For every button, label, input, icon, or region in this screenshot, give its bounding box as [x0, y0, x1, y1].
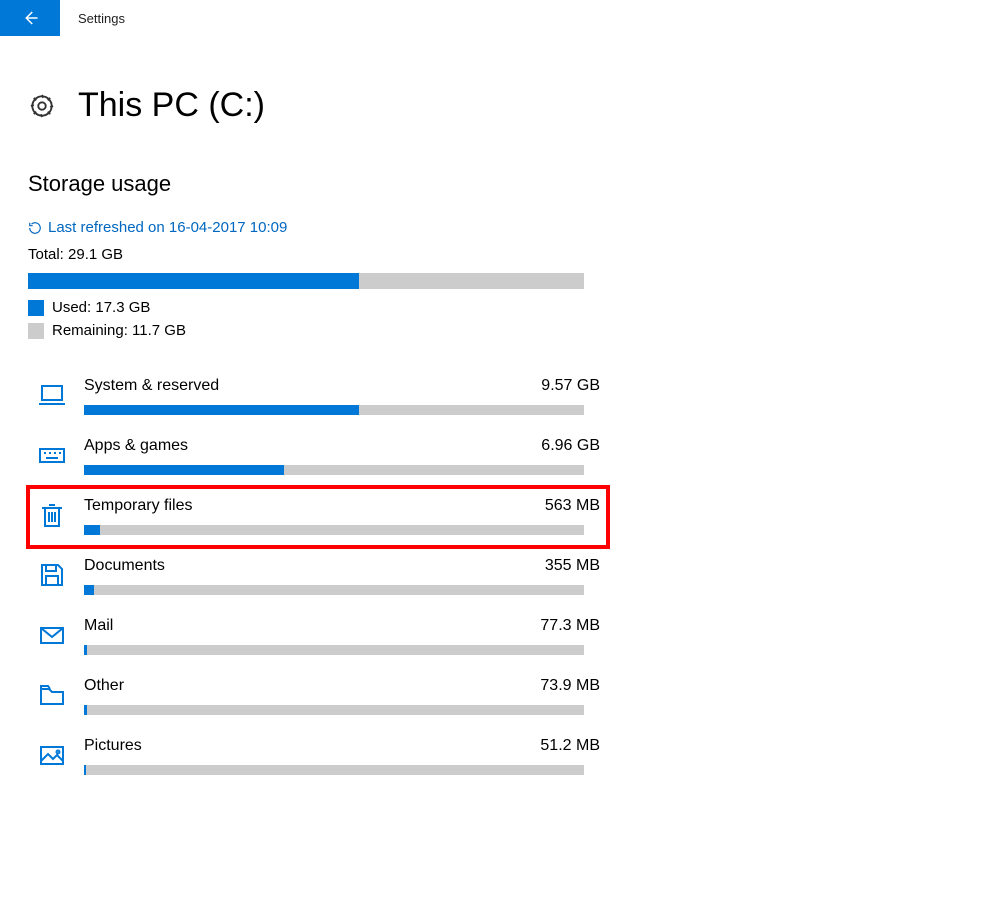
category-bar — [84, 705, 584, 715]
category-size: 77.3 MB — [510, 617, 600, 635]
category-bar — [84, 465, 584, 475]
back-arrow-icon — [21, 9, 39, 27]
category-bar-fill — [84, 585, 94, 595]
category-size: 563 MB — [510, 497, 600, 515]
category-name: Mail — [84, 617, 113, 635]
picture-icon — [36, 739, 68, 771]
legend: Used: 17.3 GB Remaining: 11.7 GB — [28, 299, 612, 339]
category-name: Apps & games — [84, 437, 188, 455]
save-icon — [36, 559, 68, 591]
gear-icon — [28, 92, 56, 120]
category-bar — [84, 525, 584, 535]
total-label: Total: 29.1 GB — [28, 246, 612, 263]
used-label: Used: 17.3 GB — [52, 299, 150, 316]
category-list: System & reserved 9.57 GB Apps & games 6… — [28, 367, 608, 787]
laptop-icon — [36, 379, 68, 411]
category-name: Other — [84, 677, 124, 695]
category-bar — [84, 765, 584, 775]
back-button[interactable] — [0, 0, 60, 36]
page-header: This PC (C:) — [28, 86, 612, 125]
category-other[interactable]: Other 73.9 MB — [28, 667, 608, 727]
category-name: Temporary files — [84, 497, 192, 515]
section-title: Storage usage — [28, 171, 612, 197]
remaining-swatch — [28, 323, 44, 339]
keyboard-icon — [36, 439, 68, 471]
category-name: Documents — [84, 557, 165, 575]
category-bar-fill — [84, 705, 87, 715]
category-bar — [84, 645, 584, 655]
total-progress-bar — [28, 273, 584, 289]
refresh-link[interactable]: Last refreshed on 16-04-2017 10:09 — [28, 219, 612, 236]
category-size: 355 MB — [510, 557, 600, 575]
title-bar: Settings — [0, 0, 1000, 36]
category-bar — [84, 585, 584, 595]
category-apps-games[interactable]: Apps & games 6.96 GB — [28, 427, 608, 487]
category-mail[interactable]: Mail 77.3 MB — [28, 607, 608, 667]
trash-icon — [36, 499, 68, 531]
page-title: This PC (C:) — [78, 86, 265, 125]
category-temporary-files[interactable]: Temporary files 563 MB — [28, 487, 608, 547]
category-system-reserved[interactable]: System & reserved 9.57 GB — [28, 367, 608, 427]
category-name: Pictures — [84, 737, 142, 755]
category-name: System & reserved — [84, 377, 219, 395]
category-bar-fill — [84, 525, 100, 535]
refresh-text: Last refreshed on 16-04-2017 10:09 — [48, 219, 287, 236]
mail-icon — [36, 619, 68, 651]
category-size: 6.96 GB — [510, 437, 600, 455]
category-bar-fill — [84, 765, 86, 775]
total-progress-fill — [28, 273, 359, 289]
folder-icon — [36, 679, 68, 711]
category-bar-fill — [84, 645, 87, 655]
category-documents[interactable]: Documents 355 MB — [28, 547, 608, 607]
used-swatch — [28, 300, 44, 316]
refresh-icon — [28, 221, 42, 235]
category-bar — [84, 405, 584, 415]
remaining-label: Remaining: 11.7 GB — [52, 322, 186, 339]
category-size: 9.57 GB — [510, 377, 600, 395]
category-pictures[interactable]: Pictures 51.2 MB — [28, 727, 608, 787]
category-bar-fill — [84, 405, 359, 415]
window-title: Settings — [78, 11, 125, 26]
category-bar-fill — [84, 465, 284, 475]
category-size: 73.9 MB — [510, 677, 600, 695]
category-size: 51.2 MB — [510, 737, 600, 755]
